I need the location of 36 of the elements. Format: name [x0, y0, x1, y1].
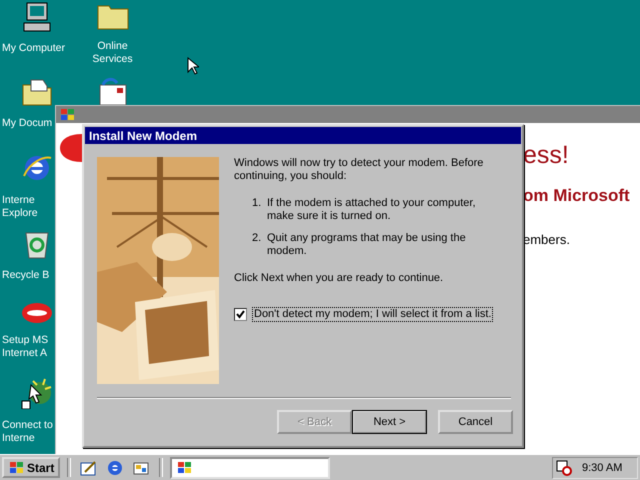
desktop-icon [80, 460, 98, 476]
step-number: 2. [252, 232, 262, 246]
msn-logo-icon [60, 134, 82, 162]
icon-label: Interne Explore [2, 194, 38, 220]
globe-cursor-icon[interactable] [21, 377, 53, 409]
computer-icon[interactable] [22, 2, 52, 32]
prompt-text: Click Next when you are ready to continue. [234, 272, 444, 285]
browser-e-icon [106, 458, 124, 476]
channels-icon [132, 460, 150, 476]
step-text: Quit any programs that may be using the modem. [267, 232, 467, 258]
start-button[interactable]: Start [2, 457, 60, 478]
icon-label: Online Services [92, 40, 133, 66]
dialog-button[interactable]: Next > [352, 410, 427, 434]
taskbar-button[interactable] [170, 456, 330, 478]
icon-label: Setup MS Internet A [2, 334, 48, 360]
icon-label: Recycle B [2, 269, 50, 282]
mail-icon[interactable] [96, 77, 128, 107]
windows-logo-icon [176, 460, 192, 474]
step-text: If the modem is attached to your computer, make sure it is turned on. [267, 197, 476, 223]
calendar-clock-icon[interactable] [556, 460, 572, 476]
dialog-button[interactable]: Cancel [438, 410, 513, 434]
icon-label: Connect to Interne [2, 419, 53, 445]
windows-logo-icon [59, 108, 75, 122]
page-text: ess! [523, 141, 570, 170]
dialog-title: Install New Modem [85, 127, 521, 144]
checkbox[interactable] [234, 308, 247, 321]
mouse-pointer-icon [187, 57, 199, 75]
folder-icon[interactable] [21, 77, 53, 107]
msn-logo-icon[interactable] [21, 302, 53, 324]
intro-text: Windows will now try to detect your modem. Before continuing, you should: [234, 157, 484, 183]
clock: 9:30 AM [582, 462, 622, 474]
checkbox-label[interactable]: Don't detect my modem; I will select it from a list. [252, 307, 494, 322]
windows-logo-icon [8, 460, 24, 474]
icon-label: My Docum [2, 117, 52, 130]
icon-label: My Computer [2, 42, 66, 55]
step-number: 1. [252, 197, 262, 211]
